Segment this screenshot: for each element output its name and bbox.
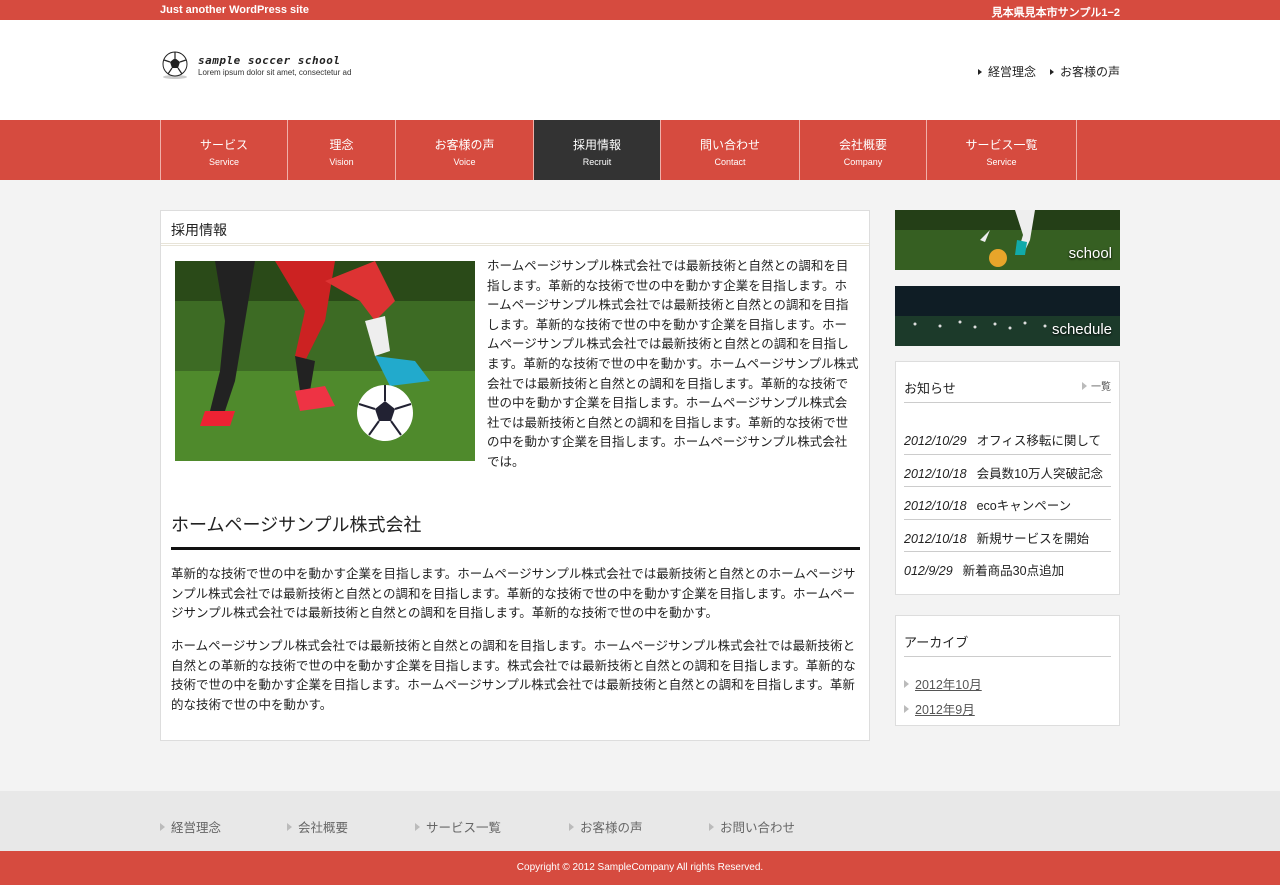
- site-header: sample soccer school Lorem ipsum dolor s…: [0, 20, 1280, 120]
- nav-item-service[interactable]: サービス Service: [161, 120, 288, 180]
- nav-label: 会社概要: [838, 138, 887, 152]
- divider: [904, 656, 1111, 657]
- news-title-text: 会員数10万人突破記念: [976, 466, 1103, 481]
- news-more-link[interactable]: 一覧: [1082, 378, 1111, 393]
- news-title-text: 新着商品30点追加: [962, 564, 1065, 578]
- footer-link-label: 会社概要: [298, 821, 349, 835]
- nav-sublabel: Vision: [329, 157, 354, 167]
- footer-link-contact[interactable]: お問い合わせ: [709, 817, 829, 836]
- nav-label: お客様の声: [434, 138, 495, 152]
- footer-link-service-list[interactable]: サービス一覧: [415, 817, 569, 836]
- arrow-right-icon: [1082, 381, 1087, 390]
- archive-widget: アーカイブ 2012年10月 2012年9月: [895, 615, 1120, 726]
- news-title-text: 新規サービスを開始: [976, 531, 1090, 546]
- news-item[interactable]: 2012/10/18 会員数10万人突破記念: [904, 455, 1111, 487]
- site-logo[interactable]: sample soccer school Lorem ipsum dolor s…: [160, 50, 390, 82]
- paragraph-2: ホームページサンプル株式会社では最新技術と自然との調和を目指します。ホームページ…: [171, 639, 856, 712]
- section-heading: ホームページサンプル株式会社: [171, 511, 860, 550]
- nav-label: 問い合わせ: [699, 138, 760, 152]
- header-links: 経営理念 お客様の声: [977, 63, 1120, 80]
- arrow-right-icon: [287, 822, 292, 831]
- news-item[interactable]: 2012/10/29 オフィス移転に関して: [904, 422, 1111, 455]
- schedule-banner[interactable]: schedule: [895, 286, 1120, 346]
- footer-link-voice[interactable]: お客様の声: [569, 817, 709, 836]
- footer-link-label: お問い合わせ: [720, 821, 796, 835]
- paragraph-1: 革新的な技術で世の中を動かす企業を目指します。ホームページサンプル株式会社では最…: [171, 567, 856, 620]
- arrow-right-icon: [160, 822, 165, 831]
- nav-label: サービス: [199, 138, 248, 152]
- nav-label: 理念: [329, 138, 354, 152]
- archive-link[interactable]: 2012年9月: [904, 696, 982, 721]
- arrow-right-icon: [1049, 68, 1054, 75]
- news-date: 2012/10/18: [904, 466, 967, 481]
- nav-item-voice[interactable]: お客様の声 Voice: [396, 120, 534, 180]
- nav-sublabel: Company: [843, 157, 883, 167]
- site-address: 見本県見本市サンプル1−2: [991, 7, 1120, 19]
- arrow-right-icon: [415, 822, 420, 831]
- nav-sublabel: Service: [208, 157, 239, 167]
- logo-name: sample soccer school: [198, 54, 341, 67]
- news-item[interactable]: 2012/10/18 ecoキャンペーン: [904, 487, 1111, 520]
- global-nav: サービス Service 理念 Vision お客様の声 Voice 採用情報 Recr…: [0, 120, 1280, 180]
- arrow-right-icon: [709, 822, 714, 831]
- top-bar: Just another WordPress site 見本県見本市サンプル1−…: [0, 0, 1280, 20]
- nav-item-company[interactable]: 会社概要 Company: [800, 120, 927, 180]
- news-title-text: ecoキャンペーン: [976, 499, 1072, 513]
- soccer-players-photo: [175, 261, 475, 461]
- news-more-label: 一覧: [1091, 382, 1111, 393]
- news-date: 012/9/29: [904, 564, 953, 578]
- news-item[interactable]: 2012/10/18 新規サービスを開始: [904, 520, 1111, 552]
- intro-text: ホームページサンプル株式会社では最新技術と自然との調和を目指します。革新的な技術…: [487, 259, 859, 469]
- news-widget: お知らせ 一覧 2012/10/29 オフィス移転に関して 2012/10/18 会…: [895, 361, 1120, 595]
- logo-subtitle: Lorem ipsum dolor sit amet, consectetur …: [198, 68, 352, 77]
- site-tagline: Just another WordPress site: [160, 4, 309, 16]
- header-link-label: 経営理念: [987, 65, 1036, 79]
- divider: [904, 402, 1111, 403]
- banner-label: school: [1068, 245, 1112, 262]
- news-title-text: オフィス移転に関して: [976, 434, 1101, 448]
- footer-link-philosophy[interactable]: 経営理念: [160, 817, 287, 836]
- footer-link-company[interactable]: 会社概要: [287, 817, 415, 836]
- arrow-right-icon: [569, 822, 574, 831]
- news-title: お知らせ: [904, 381, 956, 396]
- header-link-label: お客様の声: [1059, 65, 1120, 79]
- school-banner[interactable]: school: [895, 210, 1120, 270]
- news-date: 2012/10/18: [904, 499, 967, 513]
- archive-link[interactable]: 2012年10月: [904, 671, 982, 696]
- page-title: 採用情報: [161, 211, 869, 246]
- news-date: 2012/10/29: [904, 434, 967, 448]
- header-link-philosophy[interactable]: 経営理念: [977, 63, 1036, 80]
- nav-sublabel: Contact: [714, 157, 746, 167]
- nav-item-service-list[interactable]: サービス一覧 Service: [927, 120, 1077, 180]
- nav-label: サービス一覧: [965, 138, 1038, 152]
- nav-label: 採用情報: [572, 138, 621, 152]
- archive-label: 2012年9月: [915, 703, 975, 717]
- nav-item-recruit[interactable]: 採用情報 Recruit: [534, 120, 661, 180]
- nav-sublabel: Service: [986, 157, 1017, 167]
- footer-link-label: お客様の声: [580, 821, 643, 835]
- banner-label: schedule: [1051, 321, 1112, 338]
- soccer-ball-icon: [162, 51, 188, 79]
- footer-nav: 経営理念 会社概要 サービス一覧 お客様の声 お問い合わせ: [0, 791, 1280, 851]
- nav-sublabel: Recruit: [582, 157, 612, 167]
- footer-link-label: サービス一覧: [426, 821, 502, 835]
- news-date: 2012/10/18: [904, 531, 967, 546]
- arrow-right-icon: [904, 704, 909, 713]
- archive-title: アーカイブ: [904, 635, 969, 650]
- copyright: Copyright © 2012 SampleCompany All right…: [0, 851, 1280, 885]
- archive-list: 2012年10月 2012年9月: [904, 671, 982, 721]
- main-content: 採用情報 ホームページサンプル株式会社では最新技術と自然との調和を目指します。革…: [160, 210, 870, 741]
- arrow-right-icon: [977, 68, 982, 75]
- nav-item-vision[interactable]: 理念 Vision: [288, 120, 396, 180]
- header-link-voice[interactable]: お客様の声: [1049, 63, 1120, 80]
- arrow-right-icon: [904, 679, 909, 688]
- footer-link-label: 経営理念: [171, 821, 222, 835]
- nav-item-contact[interactable]: 問い合わせ Contact: [661, 120, 800, 180]
- news-list: 2012/10/29 オフィス移転に関して 2012/10/18 会員数10万人突破…: [904, 422, 1111, 585]
- nav-sublabel: Voice: [453, 157, 476, 167]
- archive-label: 2012年10月: [915, 678, 982, 692]
- news-item[interactable]: 012/9/29 新着商品30点追加: [904, 552, 1111, 585]
